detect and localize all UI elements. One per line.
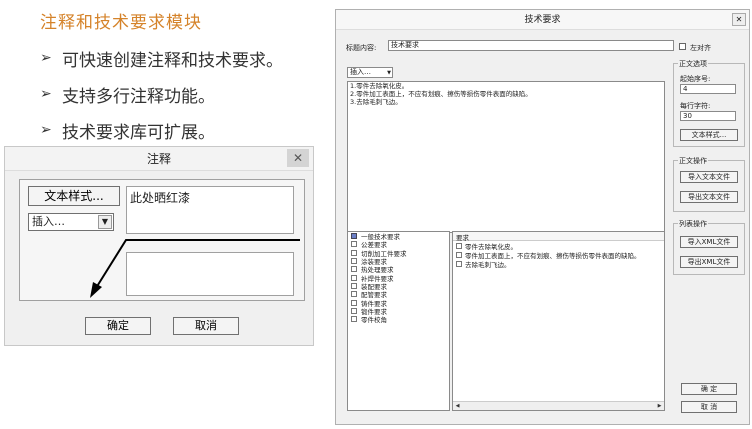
import-text-file-button[interactable]: 导入文本文件 xyxy=(680,171,738,183)
category-checkbox[interactable] xyxy=(351,291,357,298)
horizontal-scrollbar[interactable]: ◀ ▶ xyxy=(453,401,664,410)
cancel-button[interactable]: 取 消 xyxy=(681,401,737,413)
leader-arrow-icon xyxy=(90,239,300,298)
category-checkbox[interactable] xyxy=(351,258,357,265)
left-align-checkbox[interactable] xyxy=(679,43,686,50)
category-list[interactable]: 一般技术要求 公差要求 切削加工件要求 涂装要求 热处理要求 补焊件要求 装配要… xyxy=(347,231,450,411)
category-checkbox[interactable] xyxy=(351,241,357,248)
text-style-button[interactable]: 文本样式... xyxy=(680,129,738,141)
import-xml-file-button[interactable]: 导入XML文件 xyxy=(680,236,738,248)
bullet-text: 技术要求库可扩展。 xyxy=(62,122,215,143)
chevron-down-icon[interactable]: ▼ xyxy=(387,69,391,77)
text-options-group-label: 正文选项 xyxy=(678,59,708,69)
export-text-file-button[interactable]: 导出文本文件 xyxy=(680,191,738,203)
bullet-list: ➢ 可快速创建注释和技术要求。 ➢ 支持多行注释功能。 ➢ 技术要求库可扩展。 xyxy=(40,40,283,148)
scroll-right-icon[interactable]: ▶ xyxy=(655,402,664,410)
editor-line: 2.零件加工表面上，不应有划痕、擦伤等损伤零件表面的缺陷。 xyxy=(350,90,532,98)
chars-per-line-label: 每行字符: xyxy=(680,102,711,110)
annotation-dialog: 注释 ✕ 文本样式... 插入… ▼ 此处晒红漆 确定 取消 xyxy=(4,146,314,346)
export-xml-file-button[interactable]: 导出XML文件 xyxy=(680,256,738,268)
insert-select[interactable]: 插入… ▼ xyxy=(347,67,393,78)
tech-dialog-titlebar: 技术要求 ✕ xyxy=(336,10,749,30)
category-label: 零件校角 xyxy=(361,316,387,325)
category-item[interactable]: 零件校角 xyxy=(348,315,449,325)
bullet-item: ➢ 支持多行注释功能。 xyxy=(40,76,283,112)
requirement-checkbox[interactable] xyxy=(456,242,462,249)
category-checkbox[interactable] xyxy=(351,266,357,273)
text-operations-group: 正文操作 导入文本文件 导出文本文件 xyxy=(673,156,745,212)
close-icon[interactable]: ✕ xyxy=(732,13,746,26)
list-operations-group: 列表操作 导入XML文件 导出XML文件 xyxy=(673,219,745,275)
bullet-item: ➢ 技术要求库可扩展。 xyxy=(40,112,283,148)
close-icon[interactable]: ✕ xyxy=(287,149,309,167)
scroll-left-icon[interactable]: ◀ xyxy=(453,402,462,410)
ok-button[interactable]: 确 定 xyxy=(681,383,737,395)
start-number-label: 起始序号: xyxy=(680,75,711,83)
category-checkbox[interactable] xyxy=(351,282,357,289)
list-operations-group-label: 列表操作 xyxy=(678,219,708,229)
annotation-frame: 文本样式... 插入… ▼ 此处晒红漆 xyxy=(19,179,305,301)
left-align-label: 左对齐 xyxy=(690,44,711,52)
title-content-input[interactable]: 技术要求 xyxy=(388,40,674,51)
text-operations-group-label: 正文操作 xyxy=(678,156,708,166)
tech-dialog-title: 技术要求 xyxy=(524,15,561,25)
category-checkbox[interactable] xyxy=(351,307,357,314)
editor-line: 1.零件去除氧化皮。 xyxy=(350,82,409,90)
requirement-checkbox[interactable] xyxy=(456,260,462,267)
insert-select-value: 插入… xyxy=(350,68,371,76)
requirement-checkbox[interactable] xyxy=(456,251,462,258)
category-checkbox[interactable] xyxy=(351,249,357,256)
bullet-arrow-icon: ➢ xyxy=(40,86,52,102)
annotation-dialog-titlebar: 注释 ✕ xyxy=(5,147,313,171)
slide-title: 注释和技术要求模块 xyxy=(40,13,202,33)
cancel-button[interactable]: 取消 xyxy=(173,317,239,335)
editor-line: 3.去除毛刺飞边。 xyxy=(350,98,402,106)
tech-requirements-dialog: 技术要求 ✕ 标题内容: 技术要求 左对齐 插入… ▼ 1.零件去除氧化皮。 2… xyxy=(335,9,750,425)
annotation-dialog-title: 注释 xyxy=(146,152,171,166)
requirement-item[interactable]: 去除毛刺飞边。 xyxy=(453,259,664,269)
bullet-arrow-icon: ➢ xyxy=(40,122,52,138)
bullet-text: 支持多行注释功能。 xyxy=(62,86,215,107)
title-content-label: 标题内容: xyxy=(346,44,377,52)
bullet-text: 可快速创建注释和技术要求。 xyxy=(62,50,283,71)
ok-button[interactable]: 确定 xyxy=(85,317,151,335)
requirements-list[interactable]: 要求 零件去除氧化皮。 零件加工表面上，不应有划痕、擦伤等损伤零件表面的缺陷。 … xyxy=(452,231,665,411)
category-checkbox[interactable] xyxy=(351,233,357,240)
category-checkbox[interactable] xyxy=(351,316,357,323)
bullet-arrow-icon: ➢ xyxy=(40,50,52,66)
requirements-text-editor[interactable]: 1.零件去除氧化皮。 2.零件加工表面上，不应有划痕、擦伤等损伤零件表面的缺陷。… xyxy=(347,81,665,233)
text-options-group: 正文选项 起始序号: 4 每行字符: 30 文本样式... xyxy=(673,59,745,147)
chars-per-line-input[interactable]: 30 xyxy=(680,111,736,121)
bullet-item: ➢ 可快速创建注释和技术要求。 xyxy=(40,40,283,76)
requirement-label: 去除毛刺飞边。 xyxy=(465,260,511,269)
category-checkbox[interactable] xyxy=(351,299,357,306)
start-number-input[interactable]: 4 xyxy=(680,84,736,94)
category-checkbox[interactable] xyxy=(351,274,357,281)
